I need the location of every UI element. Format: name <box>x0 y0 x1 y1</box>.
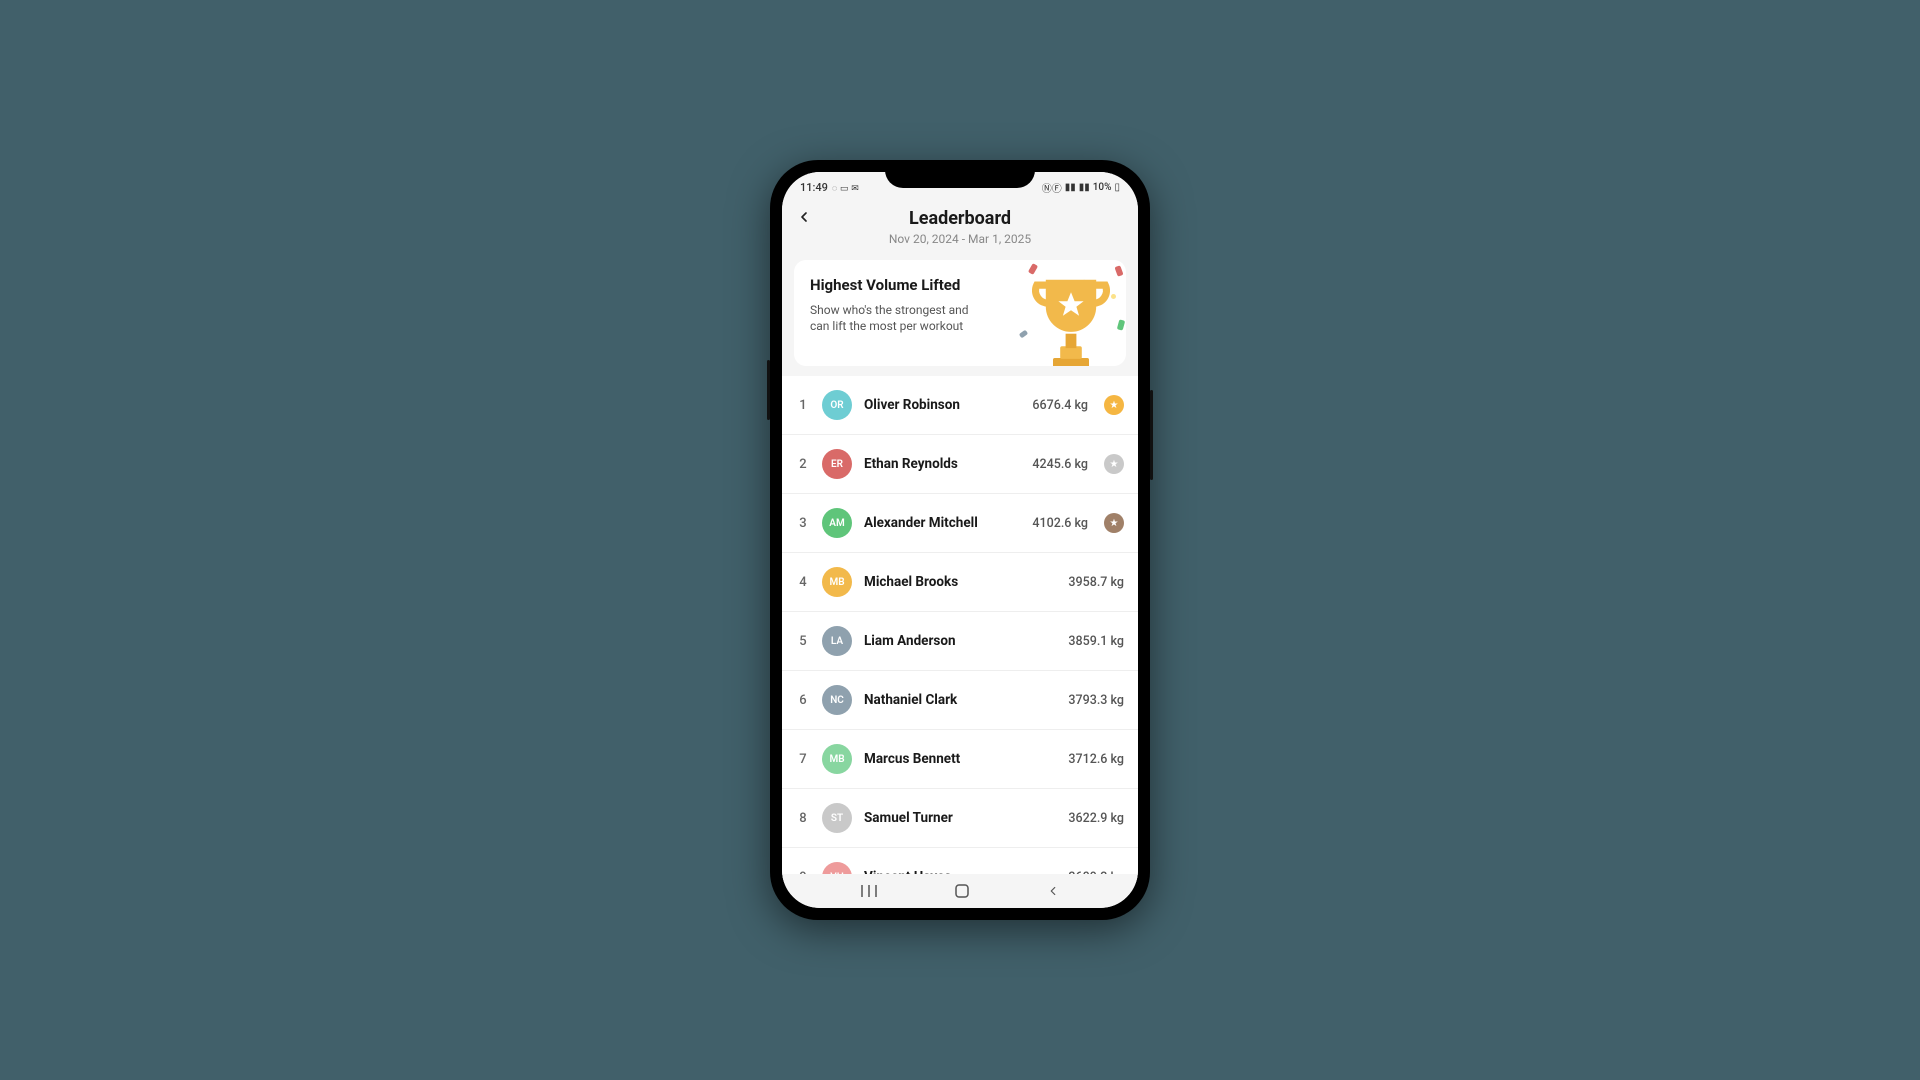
phone-screen: 11:49 ◌ ▭ ✉ ⓃⒻ ▮▮ ▮▮ 10% ▯ Leaderboard N <box>782 172 1138 908</box>
leaderboard-row[interactable]: 1 OR Oliver Robinson 6676.4 kg ★ <box>782 376 1138 435</box>
rank-number: 8 <box>796 811 810 826</box>
volume-value: 3622.9 kg <box>1068 811 1124 826</box>
rank-number: 3 <box>796 516 810 531</box>
page-title: Leaderboard <box>798 208 1122 229</box>
nfc-icon: ⓃⒻ <box>1042 180 1062 195</box>
avatar: OR <box>822 390 852 420</box>
leaderboard-row[interactable]: 2 ER Ethan Reynolds 4245.6 kg ★ <box>782 435 1138 494</box>
page-header: Leaderboard Nov 20, 2024 - Mar 1, 2025 <box>782 202 1138 256</box>
home-icon <box>954 883 970 899</box>
avatar: AM <box>822 508 852 538</box>
rank-number: 5 <box>796 634 810 649</box>
battery-icon: ▯ <box>1114 182 1120 193</box>
challenge-banner[interactable]: Highest Volume Lifted Show who's the str… <box>794 260 1126 366</box>
phone-frame: 11:49 ◌ ▭ ✉ ⓃⒻ ▮▮ ▮▮ 10% ▯ Leaderboard N <box>770 160 1150 920</box>
avatar: ER <box>822 449 852 479</box>
back-button[interactable] <box>796 208 812 230</box>
gold-medal-icon: ★ <box>1104 395 1124 415</box>
volume-value: 3859.1 kg <box>1068 634 1124 649</box>
banner-description: Show who's the strongest and can lift th… <box>810 302 985 334</box>
whatsapp-icon: ◌ <box>832 184 837 194</box>
rank-number: 4 <box>796 575 810 590</box>
confetti-icon <box>1117 319 1125 330</box>
user-name: Samuel Turner <box>864 810 1056 826</box>
signal-icon-2: ▮▮ <box>1079 182 1090 193</box>
leaderboard-row[interactable]: 4 MB Michael Brooks 3958.7 kg <box>782 553 1138 612</box>
user-name: Nathaniel Clark <box>864 692 1056 708</box>
recents-button[interactable] <box>860 884 878 898</box>
signal-icon: ▮▮ <box>1065 182 1076 193</box>
rank-number: 7 <box>796 752 810 767</box>
leaderboard-row[interactable]: 7 MB Marcus Bennett 3712.6 kg <box>782 730 1138 789</box>
image-icon: ▭ <box>840 184 849 194</box>
user-name: Alexander Mitchell <box>864 515 1020 531</box>
leaderboard-list[interactable]: 1 OR Oliver Robinson 6676.4 kg ★ 2 ER Ethan Rey… <box>782 376 1138 906</box>
volume-value: 3712.6 kg <box>1068 752 1124 767</box>
phone-notch <box>885 160 1035 188</box>
status-left: 11:49 ◌ ▭ ✉ <box>800 181 859 194</box>
leaderboard-row[interactable]: 8 ST Samuel Turner 3622.9 kg <box>782 789 1138 848</box>
android-back-button[interactable] <box>1046 884 1060 898</box>
leaderboard-row[interactable]: 5 LA Liam Anderson 3859.1 kg <box>782 612 1138 671</box>
date-range: Nov 20, 2024 - Mar 1, 2025 <box>798 232 1122 246</box>
user-name: Oliver Robinson <box>864 397 1020 413</box>
battery-percent: 10% <box>1093 182 1112 193</box>
leaderboard-row[interactable]: 3 AM Alexander Mitchell 4102.6 kg ★ <box>782 494 1138 553</box>
recents-icon <box>860 884 878 898</box>
chevron-left-icon <box>796 209 812 225</box>
volume-value: 6676.4 kg <box>1032 398 1088 413</box>
leaderboard-row[interactable]: 6 NC Nathaniel Clark 3793.3 kg <box>782 671 1138 730</box>
user-name: Michael Brooks <box>864 574 1056 590</box>
rank-number: 6 <box>796 693 810 708</box>
rank-number: 2 <box>796 457 810 472</box>
rank-number: 1 <box>796 398 810 413</box>
avatar: ST <box>822 803 852 833</box>
status-right: ⓃⒻ ▮▮ ▮▮ 10% ▯ <box>1042 180 1120 195</box>
avatar: LA <box>822 626 852 656</box>
user-name: Ethan Reynolds <box>864 456 1020 472</box>
status-time: 11:49 <box>800 181 828 194</box>
avatar: NC <box>822 685 852 715</box>
volume-value: 4102.6 kg <box>1032 516 1088 531</box>
chevron-left-icon <box>1046 884 1060 898</box>
trophy-icon <box>1026 272 1116 366</box>
user-name: Liam Anderson <box>864 633 1056 649</box>
volume-value: 3958.7 kg <box>1068 575 1124 590</box>
silver-medal-icon: ★ <box>1104 454 1124 474</box>
status-app-icons: ◌ ▭ ✉ <box>832 181 859 194</box>
volume-value: 3793.3 kg <box>1068 693 1124 708</box>
avatar: MB <box>822 744 852 774</box>
android-nav-bar <box>782 874 1138 908</box>
avatar: MB <box>822 567 852 597</box>
bronze-medal-icon: ★ <box>1104 513 1124 533</box>
home-button[interactable] <box>954 883 970 899</box>
mail-icon: ✉ <box>851 184 859 194</box>
user-name: Marcus Bennett <box>864 751 1056 767</box>
volume-value: 4245.6 kg <box>1032 457 1088 472</box>
